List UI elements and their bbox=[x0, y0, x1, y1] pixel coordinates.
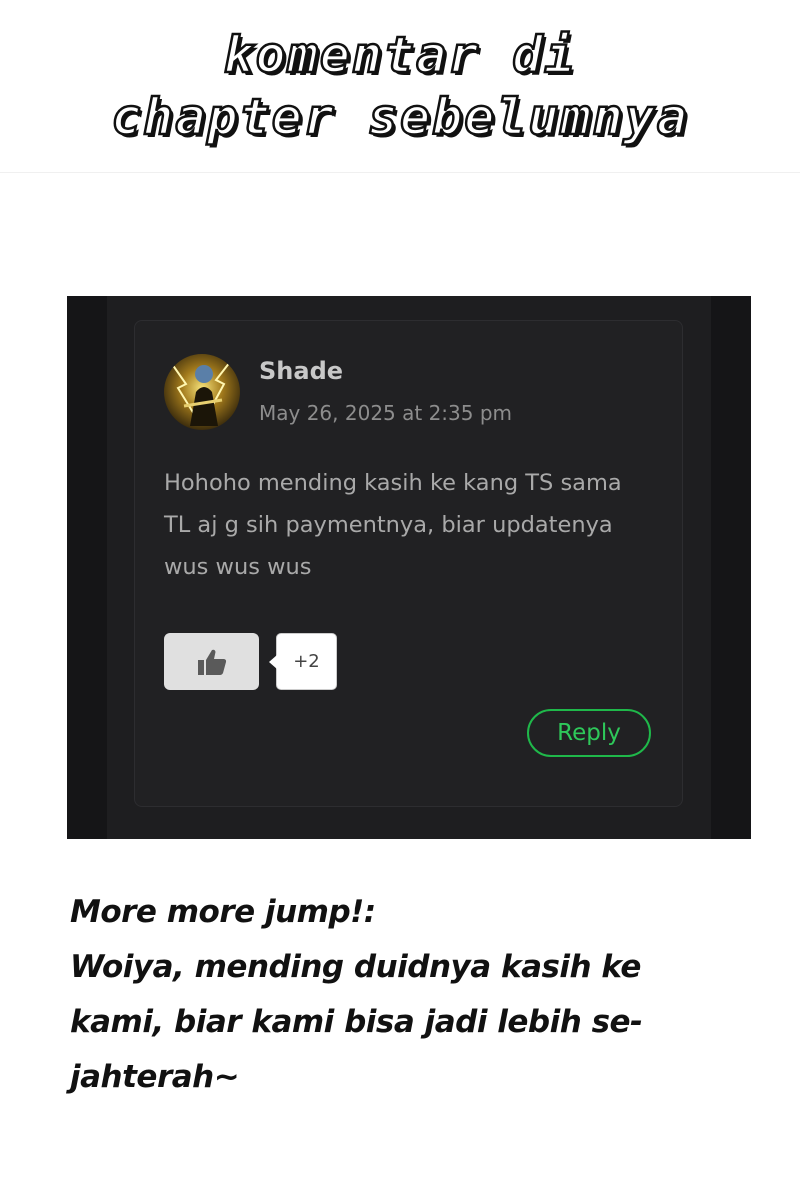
response-line: jahterah~ bbox=[70, 1059, 240, 1095]
response-line: More more jump!: bbox=[70, 894, 376, 930]
avatar[interactable] bbox=[164, 354, 240, 430]
avatar-image-icon bbox=[164, 354, 240, 430]
comment-line: Hohoho mending kasih ke kang TS sama bbox=[164, 470, 622, 496]
comment-date[interactable]: May 26, 2025 at 2:35 pm bbox=[259, 401, 512, 425]
comment-card: Shade May 26, 2025 at 2:35 pm Hohoho men… bbox=[134, 320, 683, 807]
response-line: kami, biar kami bisa jadi lebih se- bbox=[70, 1004, 643, 1040]
like-button[interactable] bbox=[164, 633, 259, 690]
thumbs-up-icon bbox=[197, 649, 226, 675]
page-title-line-1: komentar di bbox=[222, 25, 577, 86]
like-count: +2 bbox=[269, 633, 337, 690]
comment-screenshot: Shade May 26, 2025 at 2:35 pm Hohoho men… bbox=[67, 296, 751, 839]
reply-button[interactable]: Reply bbox=[527, 709, 651, 757]
comment-line: wus wus wus bbox=[164, 554, 312, 580]
page-title-line-2: chapter sebelumnya bbox=[110, 87, 689, 148]
response-text: More more jump!: Woiya, mending duidnya … bbox=[70, 885, 690, 1105]
comment-body: Hohoho mending kasih ke kang TS sama TL … bbox=[164, 462, 664, 588]
response-line: Woiya, mending duidnya kasih ke bbox=[70, 949, 641, 985]
comment-panel: Shade May 26, 2025 at 2:35 pm Hohoho men… bbox=[107, 296, 711, 839]
comment-author[interactable]: Shade bbox=[259, 357, 343, 385]
page-header: komentar di chapter sebelumnya bbox=[0, 0, 800, 173]
comment-line: TL aj g sih paymentnya, biar updatenya bbox=[164, 512, 613, 538]
